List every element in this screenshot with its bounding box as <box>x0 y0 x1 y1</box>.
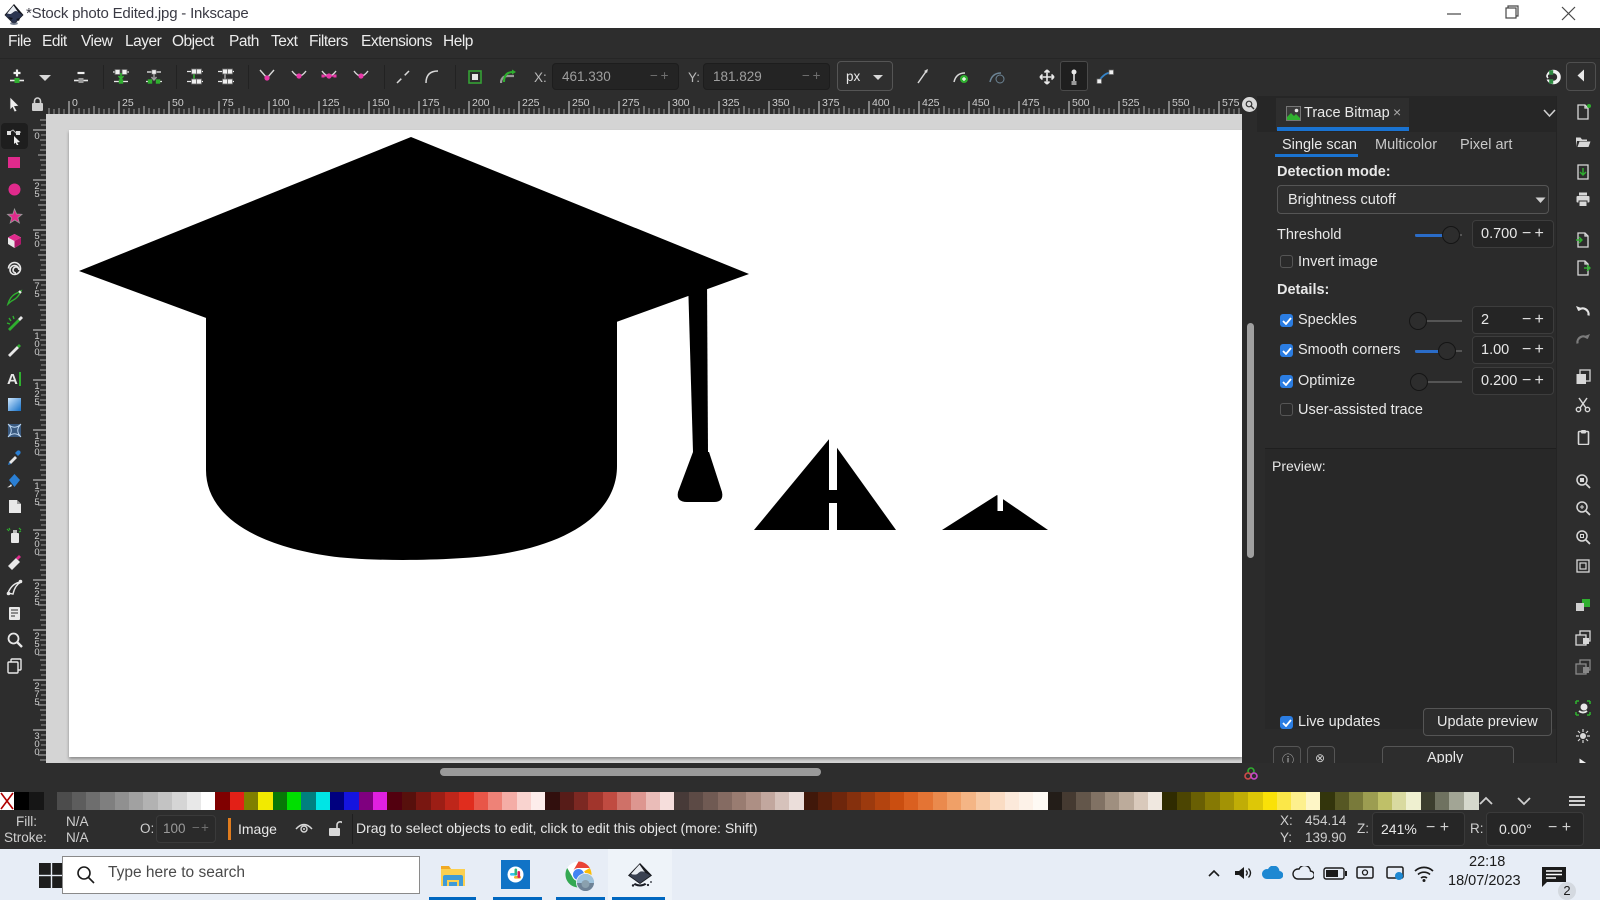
svg-text:500: 500 <box>1072 97 1090 109</box>
svg-text:50: 50 <box>172 97 184 109</box>
svg-text:100: 100 <box>34 331 39 358</box>
svg-text:175: 175 <box>422 97 440 109</box>
svg-text:200: 200 <box>472 97 490 109</box>
svg-text:325: 325 <box>722 97 740 109</box>
svg-text:450: 450 <box>972 97 990 109</box>
svg-text:425: 425 <box>922 97 940 109</box>
svg-text:250: 250 <box>572 97 590 109</box>
svg-text:400: 400 <box>872 97 890 109</box>
svg-text:A: A <box>7 371 18 387</box>
svg-text:100: 100 <box>272 97 290 109</box>
svg-text:350: 350 <box>772 97 790 109</box>
svg-text:125: 125 <box>34 381 39 408</box>
svg-text:525: 525 <box>1122 97 1140 109</box>
svg-text:150: 150 <box>34 431 39 458</box>
svg-text:550: 550 <box>1172 97 1190 109</box>
svg-text:25: 25 <box>122 97 134 109</box>
svg-text:150: 150 <box>372 97 390 109</box>
svg-text:50: 50 <box>34 231 39 250</box>
svg-text:225: 225 <box>522 97 540 109</box>
svg-text:300: 300 <box>672 97 690 109</box>
svg-text:275: 275 <box>622 97 640 109</box>
svg-text:0: 0 <box>72 97 78 109</box>
svg-text:200: 200 <box>34 531 39 558</box>
svg-text:300: 300 <box>34 731 39 758</box>
svg-text:575: 575 <box>1222 97 1240 109</box>
svg-text:25: 25 <box>34 181 39 200</box>
svg-text:125: 125 <box>322 97 340 109</box>
svg-text:75: 75 <box>34 281 39 300</box>
svg-text:250: 250 <box>34 631 39 658</box>
svg-text:175: 175 <box>34 481 39 508</box>
svg-text:0: 0 <box>34 131 39 142</box>
svg-text:475: 475 <box>1022 97 1040 109</box>
svg-text:75: 75 <box>222 97 234 109</box>
svg-text:225: 225 <box>34 581 39 608</box>
svg-text:275: 275 <box>34 681 39 708</box>
svg-text:375: 375 <box>822 97 840 109</box>
